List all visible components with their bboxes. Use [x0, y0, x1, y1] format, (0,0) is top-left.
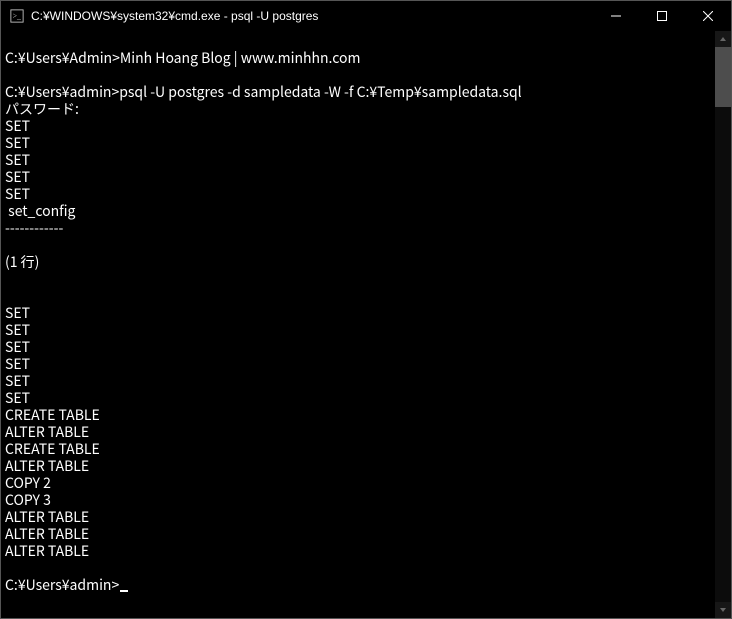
terminal-line: CREATE TABLE: [5, 441, 711, 458]
minimize-button[interactable]: [593, 1, 639, 31]
terminal-line: [5, 271, 711, 288]
terminal-line: [5, 237, 711, 254]
terminal-line: COPY 2: [5, 475, 711, 492]
terminal-line: C:¥Users¥Admin>Minh Hoang Blog | www.min…: [5, 50, 711, 67]
scroll-track[interactable]: [715, 47, 731, 602]
terminal-line: set_config: [5, 203, 711, 220]
terminal-line: SET: [5, 305, 711, 322]
terminal-line: CREATE TABLE: [5, 407, 711, 424]
svg-text:>_: >_: [13, 12, 21, 21]
terminal-line: (1 行): [5, 254, 711, 271]
cursor: [120, 590, 128, 592]
terminal-line: COPY 3: [5, 492, 711, 509]
terminal-line: ALTER TABLE: [5, 509, 711, 526]
terminal-line: SET: [5, 322, 711, 339]
terminal-line: SET: [5, 373, 711, 390]
terminal-output[interactable]: C:¥Users¥Admin>Minh Hoang Blog | www.min…: [1, 31, 715, 618]
terminal-line: ALTER TABLE: [5, 526, 711, 543]
terminal-line: ALTER TABLE: [5, 543, 711, 560]
maximize-button[interactable]: [639, 1, 685, 31]
terminal-line: ALTER TABLE: [5, 424, 711, 441]
terminal-line: C:¥Users¥admin>psql -U postgres -d sampl…: [5, 84, 711, 101]
terminal-line: C:¥Users¥admin>: [5, 577, 711, 594]
terminal-line: SET: [5, 356, 711, 373]
terminal-line: ------------: [5, 220, 711, 237]
terminal-area: C:¥Users¥Admin>Minh Hoang Blog | www.min…: [1, 31, 731, 618]
terminal-line: SET: [5, 186, 711, 203]
terminal-window: >_ C:¥WINDOWS¥system32¥cmd.exe - psql -U…: [0, 0, 732, 619]
titlebar[interactable]: >_ C:¥WINDOWS¥system32¥cmd.exe - psql -U…: [1, 1, 731, 31]
terminal-line: SET: [5, 169, 711, 186]
terminal-line: [5, 288, 711, 305]
scroll-up-button[interactable]: [715, 31, 731, 47]
terminal-line: SET: [5, 135, 711, 152]
cmd-icon: >_: [9, 8, 25, 24]
scrollbar[interactable]: [715, 31, 731, 618]
close-button[interactable]: [685, 1, 731, 31]
terminal-line: ALTER TABLE: [5, 458, 711, 475]
terminal-line: SET: [5, 152, 711, 169]
terminal-line: SET: [5, 339, 711, 356]
scroll-thumb[interactable]: [715, 47, 731, 107]
scroll-down-button[interactable]: [715, 602, 731, 618]
terminal-line: パスワード:: [5, 101, 711, 118]
window-title: C:¥WINDOWS¥system32¥cmd.exe - psql -U po…: [31, 9, 593, 23]
terminal-line: SET: [5, 390, 711, 407]
window-controls: [593, 1, 731, 31]
terminal-line: SET: [5, 118, 711, 135]
